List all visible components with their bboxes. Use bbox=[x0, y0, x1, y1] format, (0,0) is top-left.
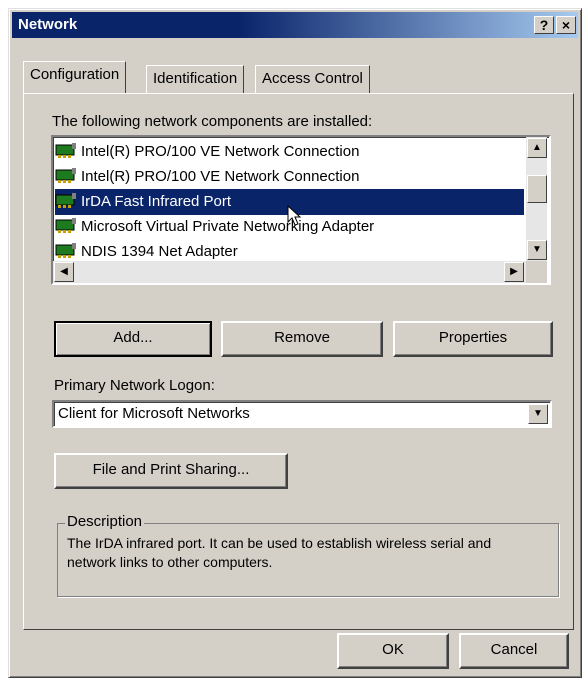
description-text: The IrDA infrared port. It can be used t… bbox=[67, 535, 492, 570]
components-label: The following network components are ins… bbox=[52, 113, 373, 130]
ok-button[interactable]: OK bbox=[337, 633, 449, 669]
network-adapter-icon bbox=[55, 143, 76, 158]
scroll-down-button[interactable]: ▼ bbox=[527, 240, 547, 260]
scroll-up-button[interactable]: ▲ bbox=[527, 138, 547, 158]
remove-button[interactable]: Remove bbox=[221, 321, 383, 357]
description-legend: Description bbox=[65, 513, 145, 530]
list-item[interactable]: Intel(R) PRO/100 VE Network Connection bbox=[55, 164, 524, 190]
close-button[interactable]: × bbox=[556, 16, 576, 34]
properties-button[interactable]: Properties bbox=[393, 321, 553, 357]
scroll-thumb[interactable] bbox=[527, 175, 547, 203]
network-adapter-icon bbox=[55, 168, 76, 183]
scroll-right-button[interactable]: ▶ bbox=[504, 262, 524, 282]
vertical-scrollbar[interactable]: ▲ ▼ bbox=[526, 137, 547, 261]
dropdown-arrow-icon[interactable]: ▼ bbox=[528, 404, 548, 424]
horizontal-scrollbar[interactable]: ◀ ▶ bbox=[53, 261, 526, 283]
network-dialog: Network ? × Configuration Identification… bbox=[8, 8, 582, 678]
mouse-cursor-icon bbox=[287, 205, 302, 226]
title-bar[interactable]: Network ? × bbox=[12, 12, 578, 38]
add-button[interactable]: Add... bbox=[54, 321, 212, 357]
logon-value: Client for Microsoft Networks bbox=[58, 405, 250, 422]
list-item-label: NDIS 1394 Net Adapter bbox=[81, 243, 238, 260]
scroll-left-button[interactable]: ◀ bbox=[54, 262, 74, 282]
network-adapter-icon bbox=[55, 218, 76, 233]
cancel-button[interactable]: Cancel bbox=[459, 633, 569, 669]
help-button[interactable]: ? bbox=[534, 16, 554, 34]
tab-identification[interactable]: Identification bbox=[146, 65, 245, 93]
logon-dropdown[interactable]: Client for Microsoft Networks ▼ bbox=[52, 400, 552, 428]
tab-access-control[interactable]: Access Control bbox=[255, 65, 370, 93]
window-title: Network bbox=[18, 16, 78, 33]
list-item-label: Microsoft Virtual Private Networking Ada… bbox=[81, 218, 375, 235]
tab-configuration[interactable]: Configuration bbox=[23, 61, 127, 93]
list-item-label: Intel(R) PRO/100 VE Network Connection bbox=[81, 143, 360, 160]
list-item-label: Intel(R) PRO/100 VE Network Connection bbox=[81, 168, 360, 185]
network-adapter-icon bbox=[55, 243, 76, 258]
network-adapter-icon bbox=[55, 193, 76, 208]
file-print-sharing-button[interactable]: File and Print Sharing... bbox=[54, 453, 288, 489]
logon-label: Primary Network Logon: bbox=[54, 377, 215, 394]
scroll-corner bbox=[526, 261, 547, 283]
list-item[interactable]: Intel(R) PRO/100 VE Network Connection bbox=[55, 139, 524, 165]
list-item-label: IrDA Fast Infrared Port bbox=[81, 193, 232, 210]
